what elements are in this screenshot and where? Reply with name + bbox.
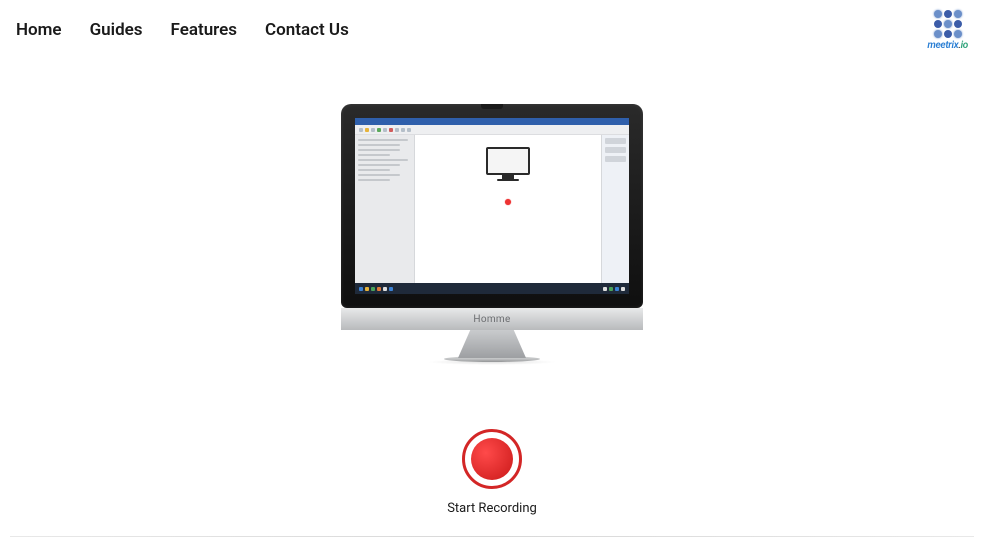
main-content: Homme Start Recording xyxy=(0,56,984,516)
header: Home Guides Features Contact Us meetrix.… xyxy=(0,0,984,56)
nav-guides[interactable]: Guides xyxy=(90,20,143,40)
start-recording-label: Start Recording xyxy=(447,501,537,516)
preview-body xyxy=(355,135,629,283)
preview-titlebar xyxy=(355,118,629,125)
preview-rightpanel xyxy=(601,135,629,283)
start-recording-button[interactable] xyxy=(462,429,522,489)
nested-record-icon xyxy=(505,199,511,205)
nav-contact[interactable]: Contact Us xyxy=(265,20,349,40)
preview-sidebar xyxy=(355,135,415,283)
main-nav: Home Guides Features Contact Us xyxy=(16,20,349,40)
nested-monitor-icon xyxy=(486,147,530,175)
brand-logo[interactable]: meetrix.io xyxy=(927,10,968,51)
preview-taskbar xyxy=(355,283,629,294)
screen-preview xyxy=(355,118,629,294)
monitor-stand xyxy=(458,330,526,358)
nav-features[interactable]: Features xyxy=(171,20,238,40)
preview-document xyxy=(415,135,601,283)
record-section: Start Recording xyxy=(447,429,537,516)
screen-preview-monitor: Homme xyxy=(341,104,643,365)
nav-home[interactable]: Home xyxy=(16,20,62,40)
logo-text: meetrix.io xyxy=(927,40,968,51)
monitor-chin: Homme xyxy=(341,308,643,330)
monitor-frame xyxy=(341,104,643,308)
monitor-shadow xyxy=(427,359,557,365)
divider xyxy=(10,536,974,537)
monitor-camera-notch xyxy=(481,104,503,109)
preview-ribbon xyxy=(355,125,629,135)
record-icon xyxy=(471,438,513,480)
monitor-brand-label: Homme xyxy=(473,314,510,325)
logo-icon xyxy=(934,10,962,38)
